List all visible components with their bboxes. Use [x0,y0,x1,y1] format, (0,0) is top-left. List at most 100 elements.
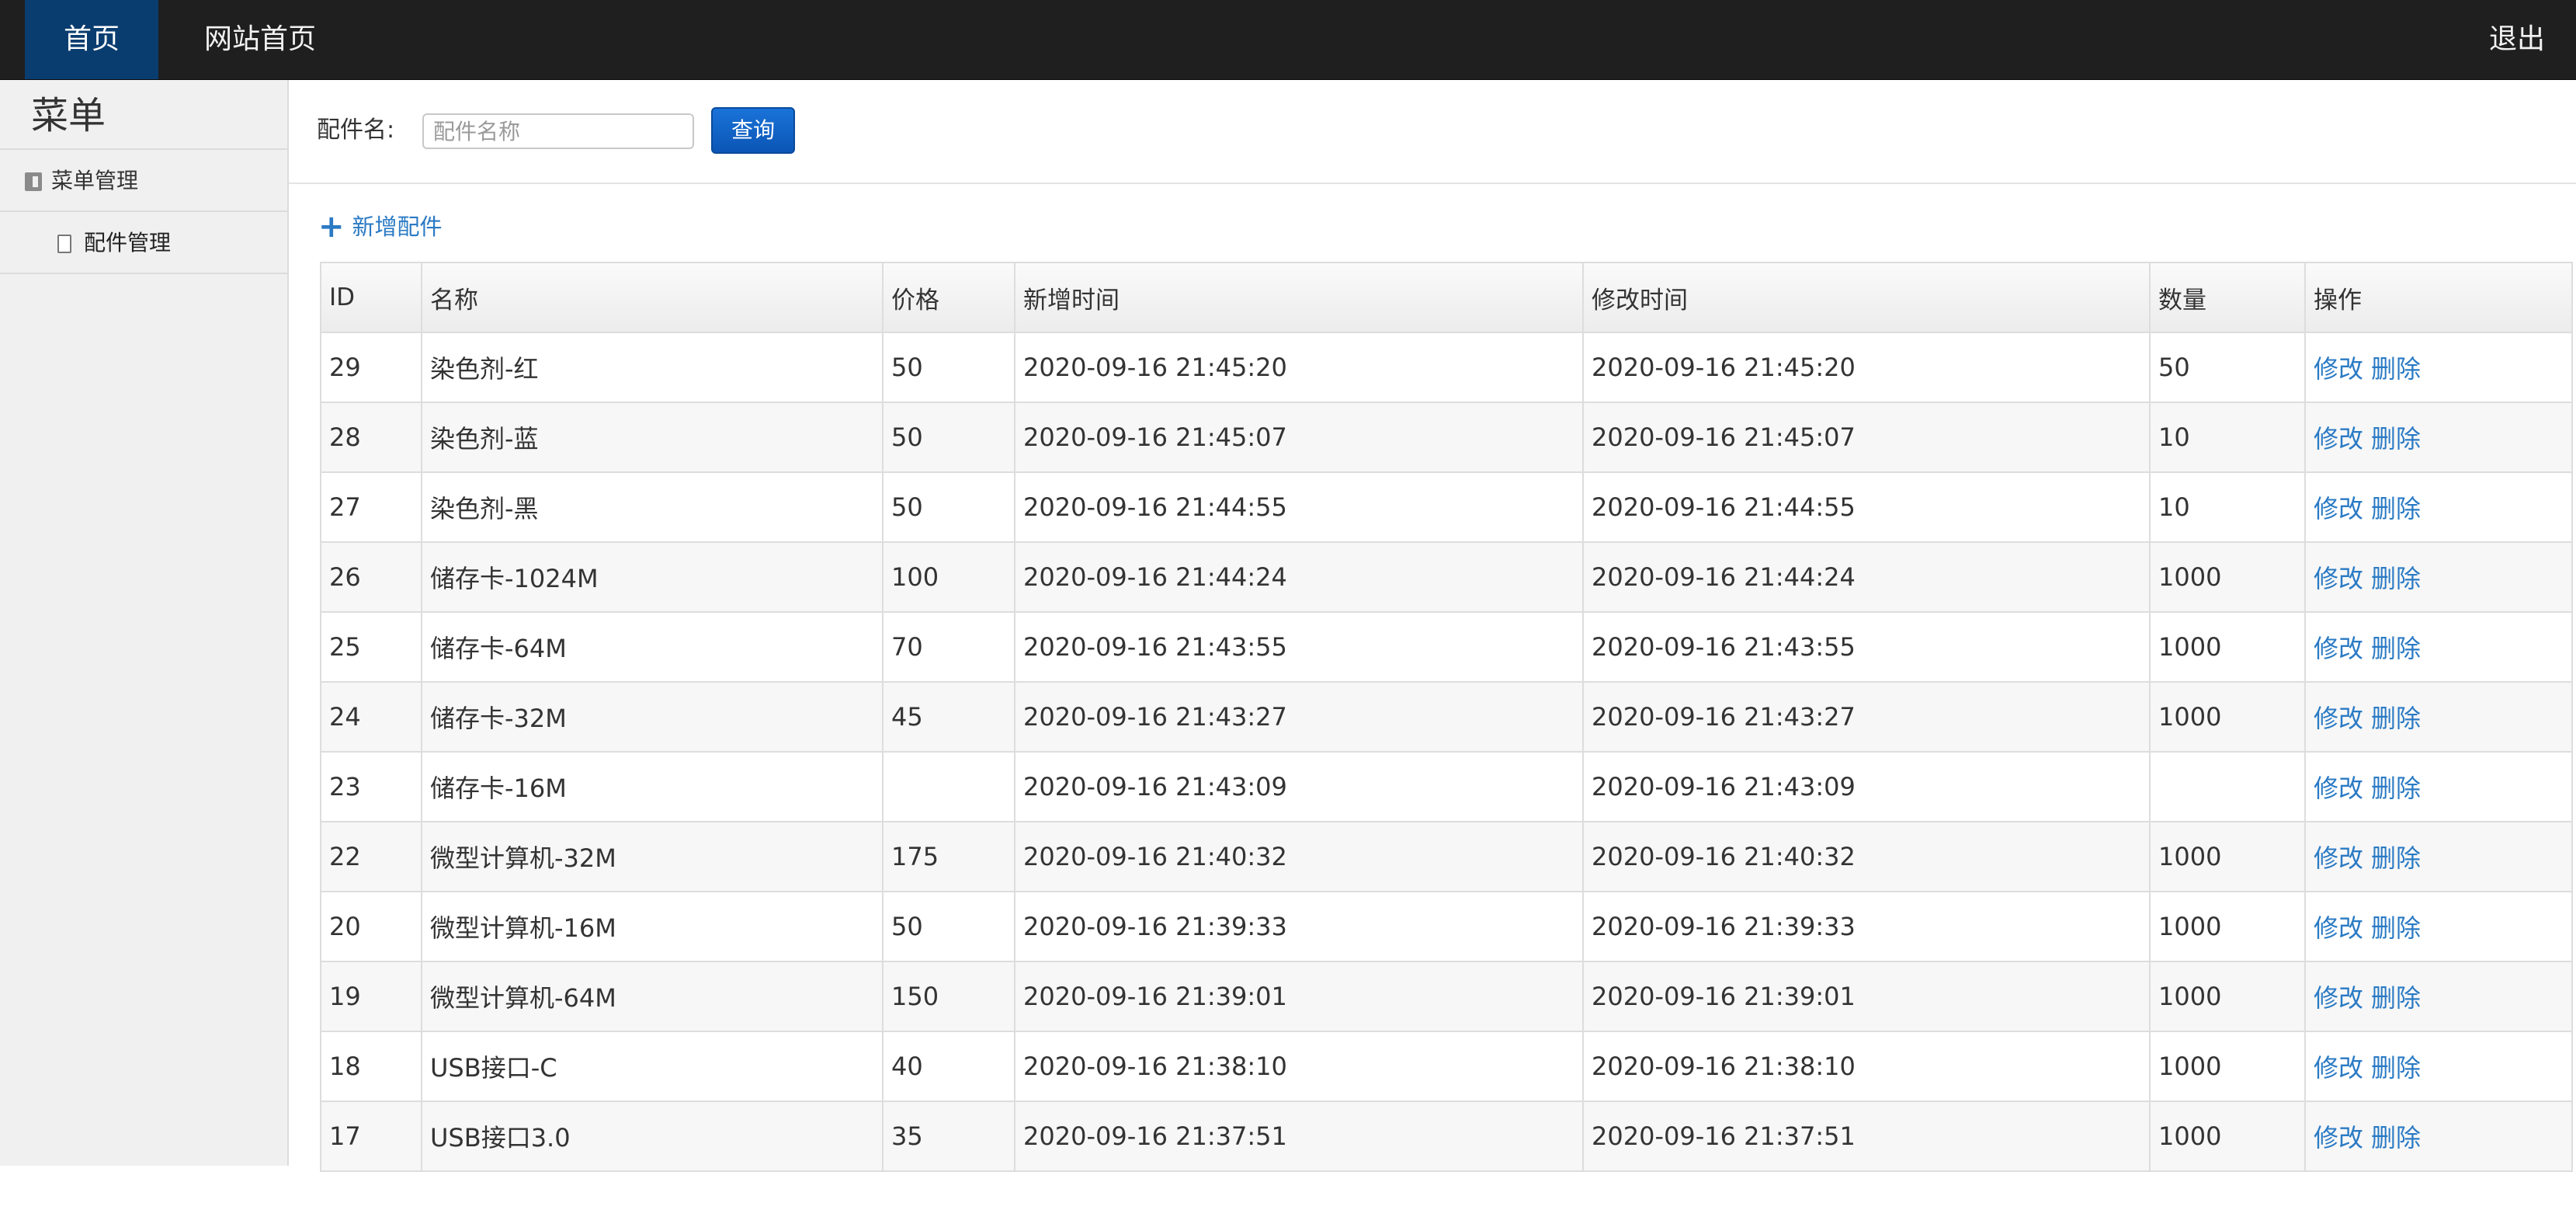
sidebar-group-label: 菜单管理 [51,168,139,193]
cell-price: 175 [882,821,1015,892]
table-row: 28 染色剂-蓝 50 2020-09-16 21:45:07 2020-09-16 2… [320,402,2573,473]
cell-created-time: 2020-09-16 21:40:32 [1014,821,1584,892]
delete-link[interactable]: 删除 [2371,354,2421,384]
cell-price: 150 [882,961,1015,1032]
nav-site-home-link[interactable]: 网站首页 [179,0,342,79]
delete-link[interactable]: 删除 [2371,774,2421,803]
cell-created-time: 2020-09-16 21:39:01 [1014,961,1584,1032]
table-body: 29 染色剂-红 50 2020-09-16 21:45:20 2020-09-16 2… [320,332,2573,1172]
cell-modified-time: 2020-09-16 21:43:55 [1582,611,2151,683]
delete-link[interactable]: 删除 [2371,704,2421,733]
delete-link[interactable]: 删除 [2371,634,2421,663]
table-row: 22 微型计算机-32M 175 2020-09-16 21:40:32 2020-09… [320,821,2573,892]
top-navbar: 首页 网站首页 退出 [0,0,2576,80]
edit-link[interactable]: 修改 [2314,1123,2363,1153]
add-part-label: 新增配件 [352,214,443,240]
sidebar-group-menu-management[interactable]: 菜单管理 [25,164,138,198]
cell-id: 22 [320,821,422,892]
edit-link[interactable]: 修改 [2314,634,2363,663]
cell-created-time: 2020-09-16 21:45:20 [1014,332,1584,403]
delete-link[interactable]: 删除 [2371,494,2421,523]
cell-name: 储存卡-1024M [421,541,884,613]
cell-name: 微型计算机-32M [421,821,884,892]
table-row: 29 染色剂-红 50 2020-09-16 21:45:20 2020-09-16 2… [320,332,2573,403]
cell-name: 储存卡-16M [421,751,884,822]
cell-modified-time: 2020-09-16 21:44:24 [1582,541,2151,613]
edit-link[interactable]: 修改 [2314,704,2363,733]
cell-price: 35 [882,1100,1015,1172]
cell-actions: 修改 删除 [2304,541,2573,613]
column-header-quantity: 数量 [2149,262,2306,333]
cell-price: 70 [882,611,1015,683]
edit-link[interactable]: 修改 [2314,774,2363,803]
cell-created-time: 2020-09-16 21:45:07 [1014,402,1584,473]
cell-modified-time: 2020-09-16 21:40:32 [1582,821,2151,892]
cell-actions: 修改 删除 [2304,751,2573,822]
cell-price: 40 [882,1031,1015,1102]
edit-link[interactable]: 修改 [2314,843,2363,873]
cell-id: 24 [320,681,422,753]
cell-actions: 修改 删除 [2304,402,2573,473]
cell-created-time: 2020-09-16 21:43:09 [1014,751,1584,822]
column-header-price: 价格 [882,262,1015,333]
table-header-row: ID 名称 价格 新增时间 修改时间 数量 操作 [320,262,2573,333]
cell-quantity: 10 [2149,402,2306,473]
delete-link[interactable]: 删除 [2371,913,2421,943]
cell-modified-time: 2020-09-16 21:39:01 [1582,961,2151,1032]
edit-link[interactable]: 修改 [2314,1053,2363,1083]
edit-link[interactable]: 修改 [2314,354,2363,384]
search-button[interactable]: 查询 [711,107,795,154]
cell-actions: 修改 删除 [2304,1100,2573,1172]
cell-id: 26 [320,541,422,613]
edit-link[interactable]: 修改 [2314,983,2363,1013]
delete-link[interactable]: 删除 [2371,983,2421,1013]
cell-id: 20 [320,891,422,962]
cell-name: 染色剂-黑 [421,471,884,543]
cell-id: 27 [320,471,422,543]
delete-link[interactable]: 删除 [2371,843,2421,873]
edit-link[interactable]: 修改 [2314,913,2363,943]
cell-quantity: 1000 [2149,681,2306,753]
cell-name: 染色剂-蓝 [421,402,884,473]
search-divider [289,183,2576,184]
cell-modified-time: 2020-09-16 21:43:27 [1582,681,2151,753]
edit-link[interactable]: 修改 [2314,564,2363,593]
file-icon [57,235,71,253]
cell-id: 25 [320,611,422,683]
cell-price: 45 [882,681,1015,753]
table-row: 23 储存卡-16M 2020-09-16 21:43:09 2020-09-16 2… [320,751,2573,822]
column-header-modified: 修改时间 [1582,262,2151,333]
delete-link[interactable]: 删除 [2371,424,2421,454]
cell-id: 17 [320,1100,422,1172]
cell-created-time: 2020-09-16 21:37:51 [1014,1100,1584,1172]
cell-quantity: 1000 [2149,611,2306,683]
cell-quantity: 1000 [2149,1100,2306,1172]
search-label: 配件名: [317,116,395,144]
sidebar-title: 菜单 [31,94,106,137]
cell-actions: 修改 删除 [2304,611,2573,683]
cell-name: 微型计算机-64M [421,961,884,1032]
cell-created-time: 2020-09-16 21:44:24 [1014,541,1584,613]
edit-link[interactable]: 修改 [2314,494,2363,523]
cell-quantity: 1000 [2149,541,2306,613]
cell-quantity: 1000 [2149,961,2306,1032]
edit-link[interactable]: 修改 [2314,424,2363,454]
plus-icon: + [318,209,345,245]
add-part-link[interactable]: + 新增配件 [318,210,443,244]
cell-modified-time: 2020-09-16 21:39:33 [1582,891,2151,962]
search-input[interactable] [422,113,694,149]
table-row: 17 USB接口3.0 35 2020-09-16 21:37:51 2020-09-1… [320,1100,2573,1172]
cell-actions: 修改 删除 [2304,821,2573,892]
nav-home-link[interactable]: 首页 [25,0,158,79]
sidebar-item-parts-management[interactable]: 配件管理 [57,226,171,260]
cell-created-time: 2020-09-16 21:39:33 [1014,891,1584,962]
logout-link[interactable]: 退出 [2467,0,2545,79]
column-header-name: 名称 [421,262,884,333]
cell-actions: 修改 删除 [2304,471,2573,543]
delete-link[interactable]: 删除 [2371,1123,2421,1153]
cell-modified-time: 2020-09-16 21:38:10 [1582,1031,2151,1102]
delete-link[interactable]: 删除 [2371,1053,2421,1083]
parts-table: ID 名称 价格 新增时间 修改时间 数量 操作 29 染色剂-红 50 2020-0… [320,262,2573,1172]
sidebar-item-label: 配件管理 [84,230,172,256]
delete-link[interactable]: 删除 [2371,564,2421,593]
